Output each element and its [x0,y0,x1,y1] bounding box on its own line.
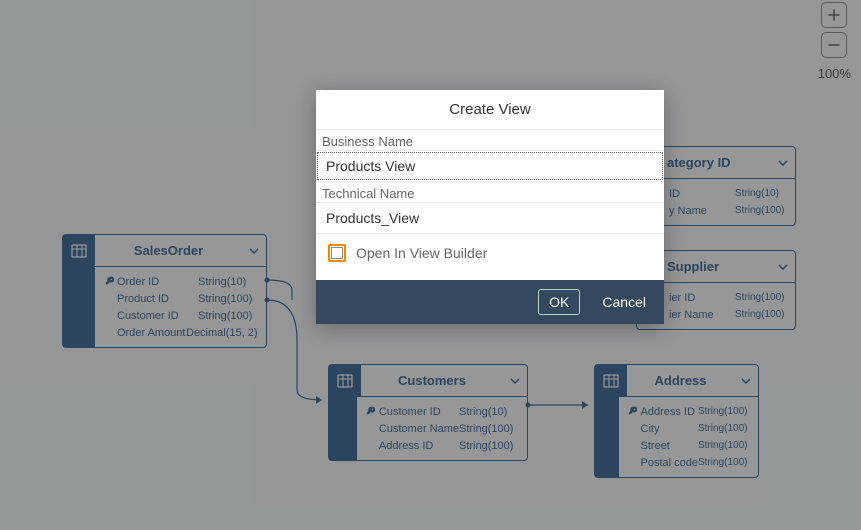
open-in-view-builder-checkbox[interactable] [328,244,346,262]
create-view-dialog: Create View Business Name Technical Name… [316,90,664,324]
technical-name-label: Technical Name [316,182,664,202]
dialog-footer: OK Cancel [316,280,664,324]
ok-button[interactable]: OK [538,289,580,315]
business-name-label: Business Name [316,130,664,150]
technical-name-input[interactable] [316,203,664,233]
dialog-title: Create View [316,90,664,130]
cancel-button[interactable]: Cancel [596,293,652,311]
business-name-input[interactable] [316,151,664,181]
open-in-view-builder-label: Open In View Builder [356,245,487,261]
